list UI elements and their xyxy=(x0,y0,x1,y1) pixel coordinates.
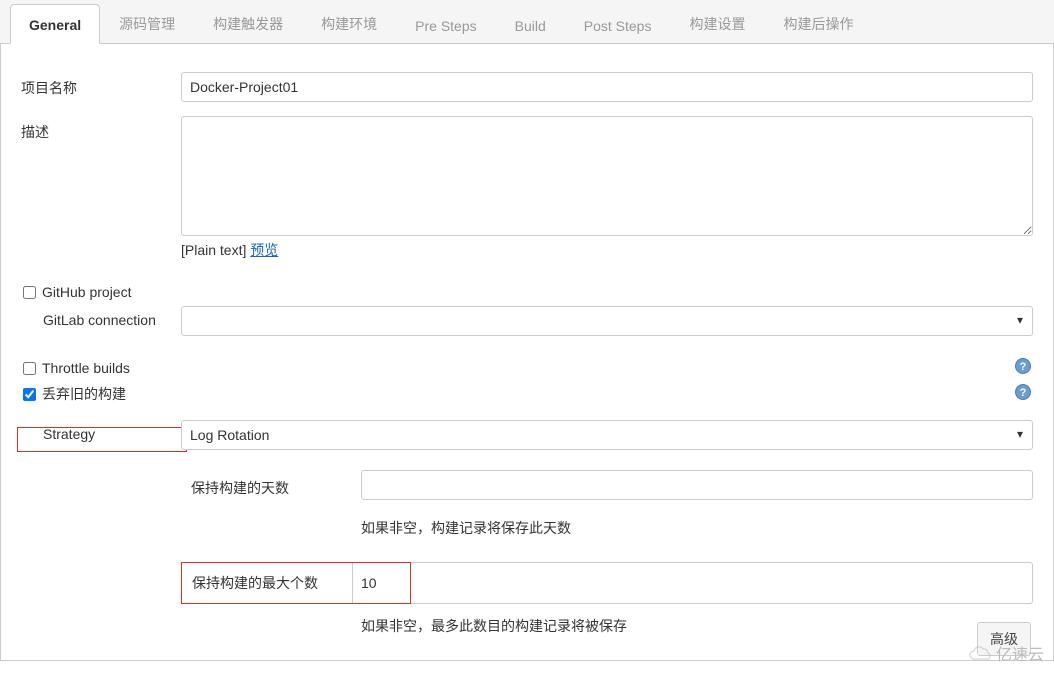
label-keep-days: 保持构建的天数 xyxy=(181,470,361,506)
row-strategy: Strategy Log Rotation 保持构建的天数 如果非空，构建记录将… xyxy=(21,420,1033,636)
general-panel: 项目名称 描述 [Plain text] 预览 GitHub project G… xyxy=(0,44,1054,661)
discard-old-label: 丢弃旧的构建 xyxy=(42,384,126,404)
help-icon[interactable]: ? xyxy=(1015,358,1031,374)
discard-old-checkbox[interactable] xyxy=(23,388,36,401)
github-project-label: GitHub project xyxy=(42,284,131,300)
strategy-select[interactable]: Log Rotation xyxy=(181,420,1033,450)
tab-pre-steps[interactable]: Pre Steps xyxy=(396,5,495,44)
keep-days-input[interactable] xyxy=(361,470,1033,500)
throttle-builds-label: Throttle builds xyxy=(42,360,130,376)
row-github-project: GitHub project xyxy=(21,274,1033,306)
tab-build[interactable]: Build xyxy=(496,5,565,44)
tab-triggers[interactable]: 构建触发器 xyxy=(194,1,302,44)
hint-keep-days: 如果非空，构建记录将保存此天数 xyxy=(361,518,1033,538)
row-description: 描述 [Plain text] 预览 xyxy=(21,116,1033,260)
label-strategy: Strategy xyxy=(21,420,181,442)
help-icon[interactable]: ? xyxy=(1015,384,1031,400)
row-gitlab-connection: GitLab connection xyxy=(21,306,1033,336)
tab-bar: General 源码管理 构建触发器 构建环境 Pre Steps Build … xyxy=(0,0,1054,44)
row-project-name: 项目名称 xyxy=(21,72,1033,102)
keep-max-input[interactable] xyxy=(352,563,408,603)
label-description: 描述 xyxy=(21,116,181,142)
tab-scm[interactable]: 源码管理 xyxy=(100,1,194,44)
throttle-builds-checkbox[interactable] xyxy=(23,362,36,375)
row-discard-old: 丢弃旧的构建 ? xyxy=(21,380,1033,410)
label-keep-max: 保持构建的最大个数 xyxy=(182,563,352,603)
project-name-input[interactable] xyxy=(181,72,1033,102)
row-keep-max: 保持构建的最大个数 xyxy=(181,562,1033,604)
highlight-box-keep-max: 保持构建的最大个数 xyxy=(181,562,411,604)
label-gitlab-connection: GitLab connection xyxy=(21,306,181,328)
tab-env[interactable]: 构建环境 xyxy=(302,1,396,44)
label-project-name: 项目名称 xyxy=(21,72,181,98)
description-format-row: [Plain text] 预览 xyxy=(181,240,1033,260)
row-keep-days: 保持构建的天数 xyxy=(181,470,1033,506)
advanced-button[interactable]: 高级 xyxy=(977,622,1031,656)
github-project-checkbox[interactable] xyxy=(23,286,36,299)
keep-max-input-extend[interactable] xyxy=(411,562,1033,604)
gitlab-connection-select[interactable] xyxy=(181,306,1033,336)
tab-post-steps[interactable]: Post Steps xyxy=(565,5,671,44)
tab-build-settings[interactable]: 构建设置 xyxy=(670,1,764,44)
description-textarea[interactable] xyxy=(181,116,1033,236)
tab-post-build[interactable]: 构建后操作 xyxy=(764,1,872,44)
plain-text-label: [Plain text] xyxy=(181,242,246,258)
tab-general[interactable]: General xyxy=(10,4,100,44)
hint-keep-max: 如果非空，最多此数目的构建记录将被保存 xyxy=(361,616,1033,636)
preview-link[interactable]: 预览 xyxy=(250,242,278,258)
row-throttle-builds: Throttle builds ? xyxy=(21,350,1033,380)
config-page: General 源码管理 构建触发器 构建环境 Pre Steps Build … xyxy=(0,0,1054,673)
